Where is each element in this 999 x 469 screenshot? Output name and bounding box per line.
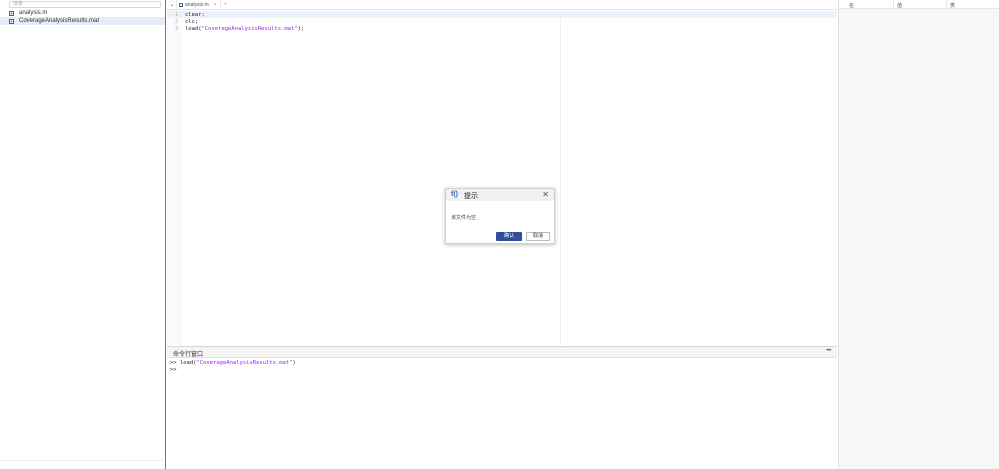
more-options-icon[interactable]: •••	[826, 348, 831, 354]
column-header-name[interactable]: 名	[849, 2, 854, 9]
command-prompt: >>	[170, 360, 180, 366]
command-window[interactable]: 命令行窗口 ••• >> load("CoverageAnalysisResul…	[167, 346, 837, 469]
cancel-button[interactable]: 取消	[526, 232, 550, 241]
add-tab-icon[interactable]: +	[224, 2, 228, 8]
code-token: load(	[185, 25, 202, 32]
print-margin-line	[560, 10, 561, 345]
file-item-analysis-m[interactable]: analysis.m	[0, 9, 165, 17]
line-number: 2	[174, 18, 178, 25]
function-logo-icon: f()	[451, 191, 458, 198]
alert-dialog: f() 提示 ✕ 该文件为空 确认 取消	[445, 188, 555, 244]
app-window: 搜索 analysis.m CoverageAnalysisResults.ma…	[0, 0, 999, 469]
workspace-header: 名 值 类	[839, 0, 999, 9]
file-search-input[interactable]: 搜索	[9, 1, 161, 8]
tab-analysis-m[interactable]: analysis.m ×	[176, 0, 221, 10]
command-token: load(	[179, 360, 197, 366]
column-header-value[interactable]: 值	[897, 2, 902, 9]
file-browser-panel: 搜索 analysis.m CoverageAnalysisResults.ma…	[0, 0, 166, 469]
code-text: clc;	[185, 18, 199, 25]
line-number: 1	[174, 11, 178, 18]
dialog-title: 提示	[464, 193, 478, 200]
file-name: analysis.m	[19, 10, 48, 16]
command-history-line: >> load("CoverageAnalysisResults.mat")	[170, 360, 296, 366]
code-token: );	[297, 25, 305, 32]
m-file-icon	[179, 2, 183, 7]
string-literal: "CoverageAnalysisResults.mat"	[196, 360, 293, 366]
code-line[interactable]: 1 clear;	[167, 11, 837, 18]
dialog-message: 该文件为空	[451, 215, 477, 221]
dialog-header: f() 提示 ✕	[446, 189, 554, 201]
file-item-coverage-mat[interactable]: CoverageAnalysisResults.mat	[0, 17, 165, 25]
code-line[interactable]: 3 load("CoverageAnalysisResults.mat");	[167, 25, 837, 32]
command-input-line[interactable]: >>	[170, 367, 177, 373]
column-divider[interactable]	[893, 0, 894, 9]
column-divider[interactable]	[946, 0, 947, 9]
column-header-class[interactable]: 类	[950, 2, 955, 9]
command-window-title: 命令行窗口	[173, 352, 204, 358]
workspace-panel: 名 值 类	[838, 0, 999, 469]
line-number-gutter	[167, 10, 182, 345]
confirm-button[interactable]: 确认	[496, 232, 522, 241]
tab-label: analysis.m	[185, 1, 209, 8]
editor-tab-bar: ⌄ analysis.m × +	[167, 0, 837, 10]
code-text: load("CoverageAnalysisResults.mat");	[185, 26, 304, 32]
code-text: clear;	[185, 11, 205, 18]
command-token: )	[292, 360, 296, 366]
mat-file-icon	[9, 18, 14, 24]
string-literal: "CoverageAnalysisResults.mat"	[201, 25, 298, 32]
code-editor: ⌄ analysis.m × + 1 clear; 2 clc; 3 load(…	[167, 0, 837, 345]
line-number: 3	[174, 25, 178, 32]
m-file-icon	[9, 10, 14, 16]
command-prompt: >>	[170, 367, 177, 373]
code-line[interactable]: 2 clc;	[167, 18, 837, 25]
chevron-down-icon[interactable]: ⌄	[168, 1, 176, 8]
close-icon[interactable]: ×	[214, 2, 217, 8]
command-window-header: 命令行窗口 •••	[167, 347, 837, 358]
file-browser-footer	[0, 460, 165, 469]
close-icon[interactable]: ✕	[542, 190, 549, 199]
file-name: CoverageAnalysisResults.mat	[19, 18, 100, 24]
